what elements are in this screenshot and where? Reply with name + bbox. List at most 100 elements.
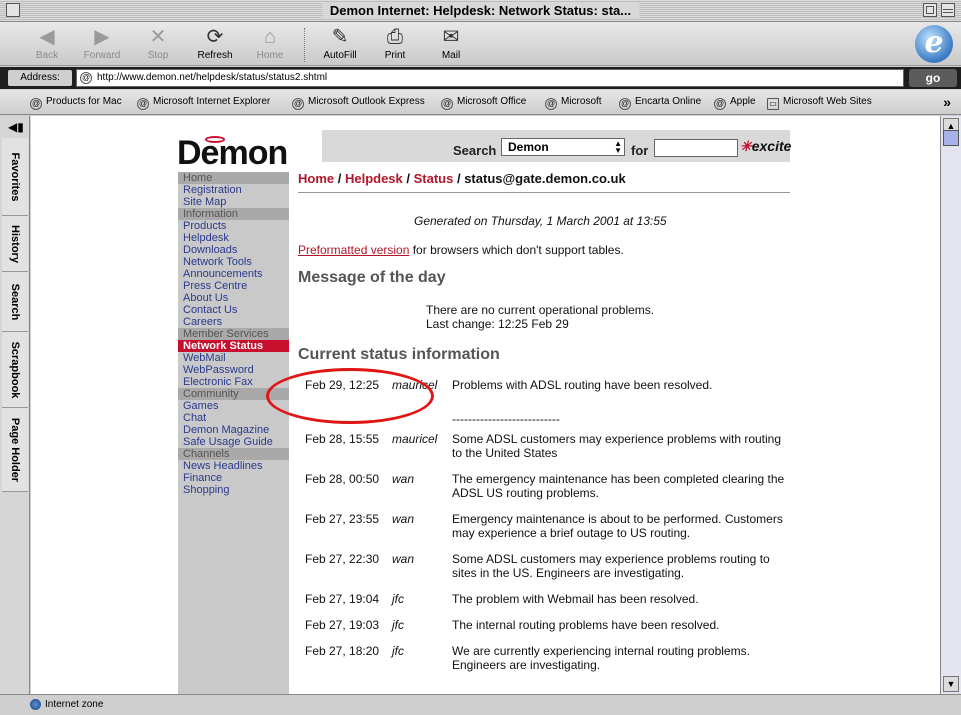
nav-item[interactable]: About Us	[178, 292, 289, 304]
favorite-label: Microsoft Office	[457, 96, 527, 107]
search-input[interactable]	[654, 139, 738, 157]
entry-message: Some ADSL customers may experience probl…	[452, 432, 782, 460]
nav-item[interactable]: Finance	[178, 472, 289, 484]
nav-item[interactable]: Careers	[178, 316, 289, 328]
close-box[interactable]	[6, 3, 20, 17]
excite-logo[interactable]: ✳excite	[740, 138, 791, 155]
nav-item[interactable]: Network Status	[178, 340, 289, 352]
more-favorites-chevron-icon[interactable]: »	[943, 94, 951, 110]
entry-author: wan	[392, 472, 415, 486]
nav-item[interactable]: Shopping	[178, 484, 289, 496]
nav-item[interactable]: WebMail	[178, 352, 289, 364]
refresh-label: Refresh	[197, 50, 233, 61]
nav-item[interactable]: Member Services	[178, 328, 289, 340]
breadcrumb-current: status@gate.demon.co.uk	[464, 171, 626, 186]
tab-search[interactable]: Search	[2, 272, 28, 332]
tab-label: Favorites	[9, 152, 21, 201]
breadcrumb-helpdesk-link[interactable]: Helpdesk	[345, 171, 403, 186]
back-button[interactable]: ◀ Back	[19, 24, 75, 61]
address-label: Address:	[8, 70, 72, 86]
zoom-box[interactable]	[923, 3, 937, 17]
favorite-microsoft[interactable]: @ Microsoft	[545, 96, 602, 110]
demon-logo[interactable]: Demon	[177, 134, 288, 173]
nav-item[interactable]: Downloads	[178, 244, 289, 256]
favorite-office[interactable]: @ Microsoft Office	[441, 96, 526, 110]
nav-item[interactable]: Products	[178, 220, 289, 232]
nav-item[interactable]: Safe Usage Guide	[178, 436, 289, 448]
nav-item[interactable]: Information	[178, 208, 289, 220]
favorite-encarta[interactable]: @ Encarta Online	[619, 96, 701, 110]
favorite-products-for-mac[interactable]: @ Products for Mac	[30, 96, 122, 110]
tab-scrapbook[interactable]: Scrapbook	[2, 332, 28, 408]
status-bar: Internet zone	[0, 694, 961, 715]
scroll-thumb[interactable]	[943, 130, 959, 146]
nav-item[interactable]: Chat	[178, 412, 289, 424]
go-label: go	[925, 71, 941, 85]
nav-item[interactable]: Registration	[178, 184, 289, 196]
favorite-web-sites-folder[interactable]: ▭ Microsoft Web Sites	[767, 96, 872, 110]
autofill-label: AutoFill	[323, 50, 357, 61]
go-button[interactable]: go	[909, 69, 957, 87]
forward-label: Forward	[83, 50, 121, 61]
nav-item[interactable]: Home	[178, 172, 289, 184]
entry-message: The internal routing problems have been …	[452, 618, 720, 632]
favorite-internet-explorer[interactable]: @ Microsoft Internet Explorer	[137, 96, 270, 110]
favorite-page-icon: @	[292, 98, 304, 110]
entry-message: The emergency maintenance has been compl…	[452, 472, 785, 500]
favorite-page-icon: @	[545, 98, 557, 110]
entry-message: Some ADSL customers may experience probl…	[452, 552, 770, 580]
forward-button[interactable]: ▶ Forward	[74, 24, 130, 61]
explorer-bar-tabs: ◀▮ Favorites History Search Scrapbook Pa…	[0, 116, 30, 694]
toolbar-separator	[304, 28, 306, 62]
print-button[interactable]: ⎙ Print	[367, 24, 423, 61]
address-url: http://www.demon.net/helpdesk/status/sta…	[97, 72, 328, 83]
explorer-bar-toggle-icon[interactable]: ◀▮	[8, 120, 24, 134]
for-label: for	[631, 143, 649, 158]
autofill-button[interactable]: ✎ AutoFill	[312, 24, 368, 61]
vertical-scrollbar[interactable]: ▲ ▼	[940, 116, 961, 694]
scroll-down-arrow-icon[interactable]: ▼	[943, 676, 959, 692]
favorite-label: Microsoft	[561, 96, 602, 107]
motd-line: There are no current operational problem…	[426, 303, 655, 317]
back-arrow-icon: ◀	[39, 26, 55, 48]
status-heading: Current status information	[298, 346, 500, 363]
nav-item[interactable]: Site Map	[178, 196, 289, 208]
nav-item[interactable]: Channels	[178, 448, 289, 460]
nav-item[interactable]: Demon Magazine	[178, 424, 289, 436]
refresh-button[interactable]: ⟳ Refresh	[187, 24, 243, 61]
search-engine-select[interactable]: Demon ▲ ▼	[501, 138, 625, 156]
entry-message: The problem with Webmail has been resolv…	[452, 592, 699, 606]
breadcrumb-home-link[interactable]: Home	[298, 171, 334, 186]
home-button[interactable]: ⌂ Home	[242, 24, 298, 61]
logo-swoosh-icon	[205, 136, 225, 143]
nav-item[interactable]: News Headlines	[178, 460, 289, 472]
printer-icon: ⎙	[387, 26, 403, 48]
mail-button[interactable]: ✉ Mail	[423, 24, 479, 61]
favorite-apple[interactable]: @ Apple	[714, 96, 756, 110]
tab-favorites[interactable]: Favorites	[2, 138, 28, 216]
tab-history[interactable]: History	[2, 216, 28, 272]
address-field[interactable]: @ http://www.demon.net/helpdesk/status/st…	[76, 69, 904, 87]
collapse-box[interactable]	[941, 3, 955, 17]
tab-page-holder[interactable]: Page Holder	[2, 408, 28, 492]
nav-item[interactable]: Contact Us	[178, 304, 289, 316]
nav-item[interactable]: Helpdesk	[178, 232, 289, 244]
title-bar[interactable]: Demon Internet: Helpdesk: Network Status…	[0, 0, 961, 22]
favorite-label: Encarta Online	[635, 96, 702, 107]
breadcrumb-status-link[interactable]: Status	[414, 171, 454, 186]
nav-item[interactable]: Network Tools	[178, 256, 289, 268]
nav-item[interactable]: Announcements	[178, 268, 289, 280]
generated-timestamp: Generated on Thursday, 1 March 2001 at 1…	[414, 214, 667, 228]
preformatted-version-link[interactable]: Preformatted version	[298, 243, 409, 257]
entry-date: Feb 27, 18:20	[305, 644, 380, 658]
home-icon: ⌂	[263, 26, 277, 48]
favorite-outlook-express[interactable]: @ Microsoft Outlook Express	[292, 96, 425, 110]
stop-button[interactable]: ✕ Stop	[130, 24, 186, 61]
nav-item[interactable]: Press Centre	[178, 280, 289, 292]
search-strip: Search Demon ▲ ▼ for ✳excite	[322, 130, 791, 162]
nav-item[interactable]: WebPassword	[178, 364, 289, 376]
internet-explorer-logo-icon: e	[915, 25, 953, 63]
home-label: Home	[256, 50, 284, 61]
back-label: Back	[35, 50, 59, 61]
entry-message: Emergency maintenance is about to be per…	[452, 512, 783, 540]
